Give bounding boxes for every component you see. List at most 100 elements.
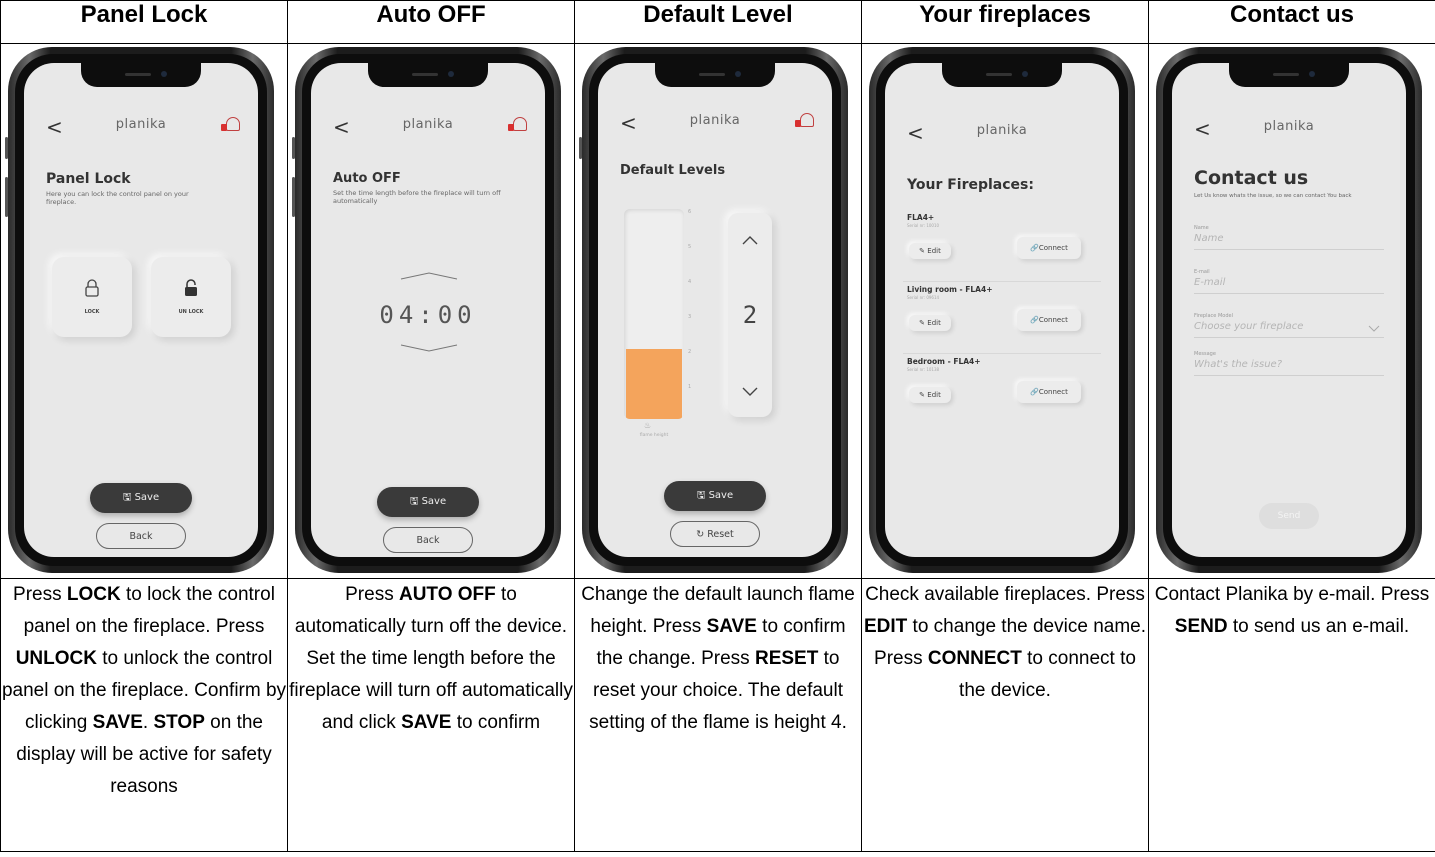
send-button[interactable]: Send xyxy=(1259,503,1319,529)
back-button[interactable]: Back xyxy=(96,523,186,549)
field-underline xyxy=(1194,293,1384,294)
fireplace-model-select[interactable]: Choose your fireplace xyxy=(1194,321,1303,332)
side-button xyxy=(579,137,582,159)
time-down-chevron-icon[interactable] xyxy=(399,343,459,353)
save-button[interactable]: 🖫 Save xyxy=(664,481,766,511)
save-label: Save xyxy=(421,496,447,507)
notification-bell-icon[interactable] xyxy=(508,117,527,131)
email-field[interactable]: E-mail xyxy=(1194,277,1225,288)
bold-keyword: SAVE xyxy=(401,712,452,733)
phone-notch xyxy=(81,63,201,87)
scale-tick-label: 5 xyxy=(688,244,692,250)
lock-button[interactable]: LOCK xyxy=(52,257,132,337)
header-auto-off: Auto OFF xyxy=(287,0,575,44)
link-icon: 🔗 xyxy=(1030,316,1039,324)
save-icon: 🖫 xyxy=(122,492,135,503)
page-subtitle: Here you can lock the control panel on y… xyxy=(46,190,189,206)
page-subtitle: Set the time length before the fireplace… xyxy=(333,189,501,205)
back-button[interactable]: Back xyxy=(383,527,473,553)
edit-label: Edit xyxy=(927,319,941,327)
edit-label: Edit xyxy=(927,391,941,399)
bold-keyword: CONNECT xyxy=(927,648,1022,669)
field-underline xyxy=(1194,375,1384,376)
flame-bar-caption: flame height xyxy=(639,433,669,438)
screenshot-row: < planika Panel Lock Here you can lock t… xyxy=(0,43,1435,579)
flame-height-bar[interactable] xyxy=(624,209,684,419)
phone-frame: < planika Default Levels 6 5 4 3 2 1 ♨ flame … xyxy=(579,47,848,573)
page-title: Auto OFF xyxy=(333,171,401,186)
bold-keyword: SEND xyxy=(1174,616,1228,637)
fireplace-name: FLA4+ xyxy=(907,213,935,222)
phone-frame: < planika Contact us Let Us know whats t… xyxy=(1156,47,1422,573)
save-icon: 🖫 xyxy=(696,490,709,501)
level-stepper[interactable]: 2 xyxy=(728,213,772,417)
bold-keyword: AUTO OFF xyxy=(398,584,496,605)
phone-frame: < planika Panel Lock Here you can lock t… xyxy=(5,47,274,573)
header-row: Panel Lock Auto OFF Default Level Your f… xyxy=(0,0,1435,44)
fireplaces-screen: < planika Your Fireplaces: FLA4+ Serial … xyxy=(885,63,1119,557)
edit-button[interactable]: ✎ Edit xyxy=(909,243,951,259)
scale-tick-label: 1 xyxy=(688,384,692,390)
time-display[interactable]: 04:00 xyxy=(311,301,545,329)
message-field[interactable]: What's the issue? xyxy=(1194,359,1282,370)
chevron-up-icon[interactable] xyxy=(742,235,758,245)
connect-button[interactable]: 🔗Connect xyxy=(1017,309,1081,331)
fireplace-serial: Serial nr: 10010 xyxy=(907,223,940,228)
fireplace-serial: Serial nr: 10138 xyxy=(907,367,940,372)
link-icon: 🔗 xyxy=(1030,244,1039,252)
save-button[interactable]: 🖫 Save xyxy=(90,483,192,513)
phone-notch xyxy=(655,63,775,87)
bold-keyword: EDIT xyxy=(864,616,908,637)
side-button xyxy=(5,177,8,217)
side-button xyxy=(292,177,295,217)
scale-tick-label: 3 xyxy=(688,314,692,320)
message-field-label: Message xyxy=(1194,351,1216,357)
phone-notch xyxy=(1229,63,1349,87)
phone-frame: < planika Your Fireplaces: FLA4+ Serial … xyxy=(869,47,1135,573)
lock-label: LOCK xyxy=(84,309,100,315)
divider xyxy=(903,281,1101,282)
reset-icon: ↻ xyxy=(696,529,708,540)
app-topbar: < planika xyxy=(24,115,258,139)
connect-label: Connect xyxy=(1038,316,1068,324)
email-field-label: E-mail xyxy=(1194,269,1210,275)
bold-keyword: LOCK xyxy=(66,584,121,605)
bold-keyword: SAVE xyxy=(706,616,757,637)
connect-button[interactable]: 🔗Connect xyxy=(1017,381,1081,403)
header-default-level: Default Level xyxy=(574,0,862,44)
phone-notch xyxy=(368,63,488,87)
notification-bell-icon[interactable] xyxy=(795,113,814,127)
phone-notch xyxy=(942,63,1062,87)
notification-bell-icon[interactable] xyxy=(221,117,240,131)
unlock-button[interactable]: UN LOCK xyxy=(151,257,231,337)
reset-button[interactable]: ↻ Reset xyxy=(670,521,760,547)
phone-bezel: < planika Contact us Let Us know whats t… xyxy=(1163,54,1415,566)
contact-description: Contact Planika by e-mail. Press SEND to… xyxy=(1148,578,1435,852)
connect-label: Connect xyxy=(1038,244,1068,252)
page-title: Contact us xyxy=(1194,167,1309,189)
auto-off-screen: < planika Auto OFF Set the time length b… xyxy=(311,63,545,557)
fireplace-name: Living room - FLA4+ xyxy=(907,285,993,294)
connect-button[interactable]: 🔗Connect xyxy=(1017,237,1081,259)
save-button[interactable]: 🖫 Save xyxy=(377,487,479,517)
chevron-down-icon[interactable] xyxy=(742,387,758,397)
bold-keyword: SAVE xyxy=(92,712,143,733)
page-title: Default Levels xyxy=(620,163,726,178)
auto-off-description: Press AUTO OFF to automatically turn off… xyxy=(287,578,575,852)
time-up-chevron-icon[interactable] xyxy=(399,271,459,281)
header-panel-lock: Panel Lock xyxy=(0,0,288,44)
edit-button[interactable]: ✎ Edit xyxy=(909,387,951,403)
edit-button[interactable]: ✎ Edit xyxy=(909,315,951,331)
header-your-fireplaces: Your fireplaces xyxy=(861,0,1149,44)
side-button xyxy=(292,137,295,159)
field-underline xyxy=(1194,337,1384,338)
name-field[interactable]: Name xyxy=(1194,233,1224,244)
flame-small-icon: ♨ xyxy=(644,421,652,430)
fireplace-item: Bedroom - FLA4+ Serial nr: 10138 ✎ Edit … xyxy=(885,357,1119,421)
save-icon: 🖫 xyxy=(409,496,422,507)
flame-scale: 6 5 4 3 2 1 xyxy=(684,209,698,419)
bold-keyword: UNLOCK xyxy=(15,648,97,669)
app-topbar: < planika xyxy=(885,121,1119,145)
panel-lock-cell: < planika Panel Lock Here you can lock t… xyxy=(0,43,288,579)
chevron-down-icon[interactable] xyxy=(1368,325,1380,332)
